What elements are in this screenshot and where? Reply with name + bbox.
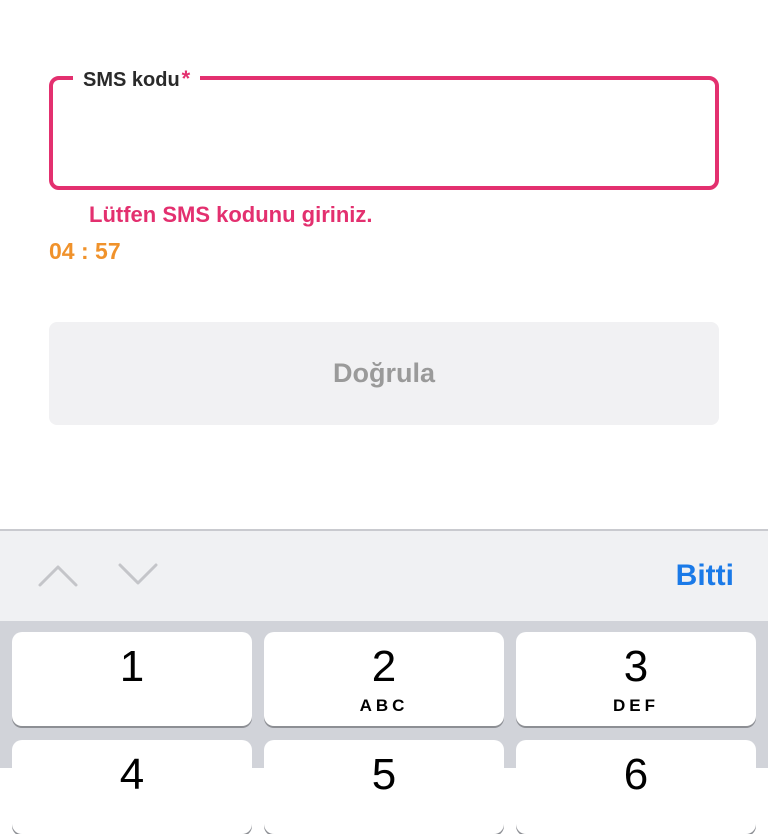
key-4[interactable]: 4 <box>12 740 252 834</box>
sms-code-input[interactable] <box>77 110 691 166</box>
countdown-timer: 04 : 57 <box>49 238 121 264</box>
key-digit: 6 <box>623 750 649 799</box>
key-digit: 1 <box>119 642 145 691</box>
key-6[interactable]: 6 <box>516 740 756 834</box>
numeric-keypad: 1 2 ABC 3 DEF 4 5 6 <box>0 621 768 834</box>
key-digit: 5 <box>371 750 397 799</box>
sms-code-label-text: SMS kodu <box>83 69 180 91</box>
key-1[interactable]: 1 <box>12 632 252 726</box>
key-letters: ABC <box>359 696 409 715</box>
sms-code-error: Lütfen SMS kodunu giriniz. <box>89 202 373 227</box>
key-5[interactable]: 5 <box>264 740 504 834</box>
keyboard-toolbar: Bitti <box>0 529 768 621</box>
done-button[interactable]: Bitti <box>676 559 734 593</box>
chevron-up-icon[interactable] <box>36 559 80 589</box>
key-letters: DEF <box>613 696 659 715</box>
sms-code-field[interactable]: SMS kodu* <box>49 66 719 190</box>
key-digit: 3 <box>623 642 649 691</box>
key-3[interactable]: 3 DEF <box>516 632 756 726</box>
key-digit: 4 <box>119 750 145 799</box>
verify-button[interactable]: Doğrula <box>49 322 719 425</box>
sms-code-label: SMS kodu* <box>73 66 201 93</box>
key-2[interactable]: 2 ABC <box>264 632 504 726</box>
required-star: * <box>181 66 191 91</box>
key-digit: 2 <box>371 642 397 691</box>
chevron-down-icon[interactable] <box>116 559 160 589</box>
